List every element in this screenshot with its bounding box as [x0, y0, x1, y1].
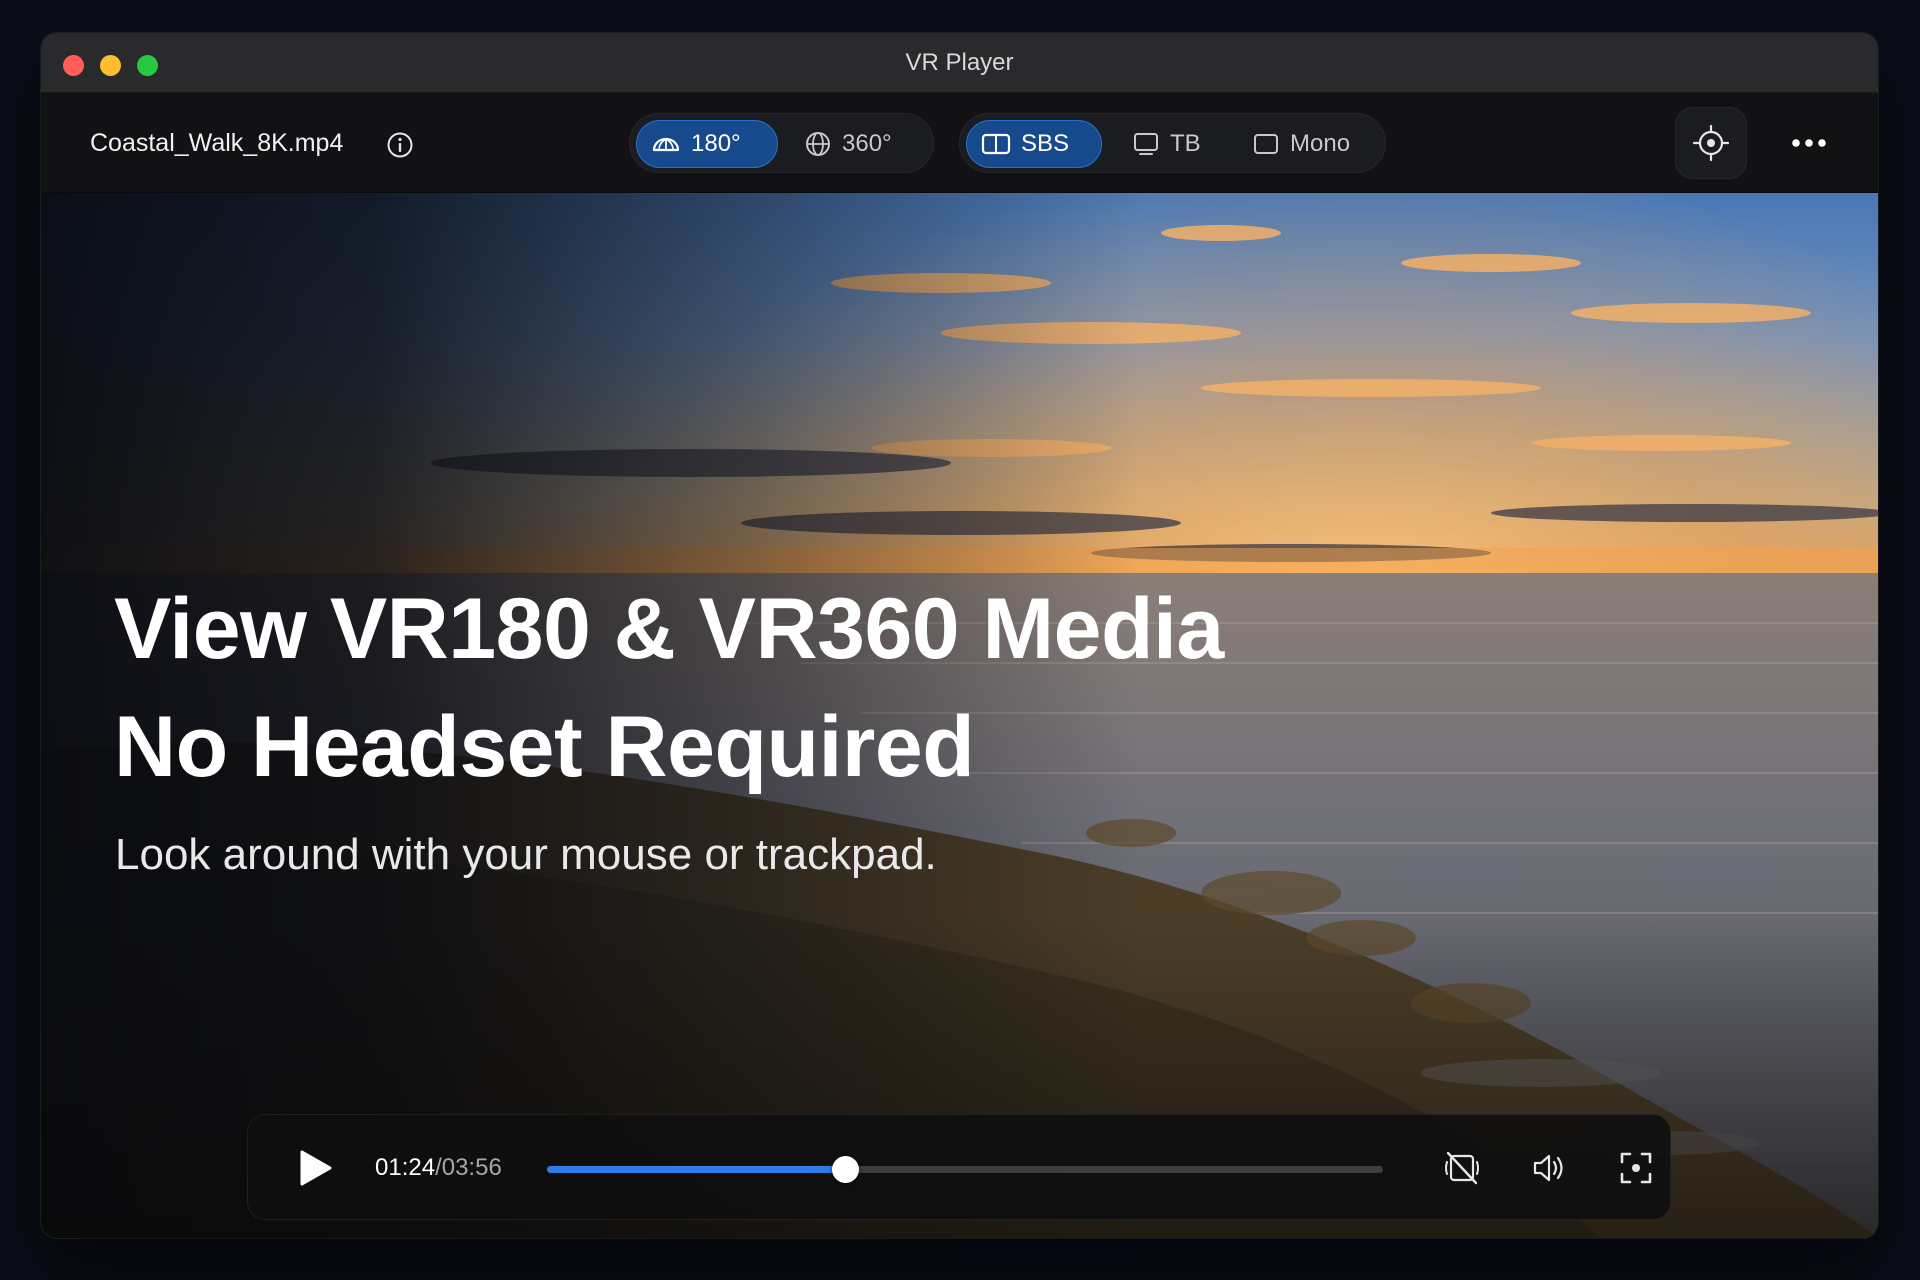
app-window: VR Player Coastal_Walk_8K.mp4 180° 360° … — [41, 33, 1878, 1238]
layout-tb-button[interactable]: TB — [1118, 120, 1226, 168]
stereo-layout-selector: SBS TB Mono — [959, 113, 1386, 173]
file-name: Coastal_Walk_8K.mp4 — [90, 129, 344, 157]
hero-subtitle: Look around with your mouse or trackpad. — [115, 830, 937, 879]
time-separator: / — [435, 1154, 442, 1181]
projection-360-label: 360° — [842, 130, 892, 157]
ellipsis-icon — [1792, 139, 1826, 147]
globe-icon — [806, 132, 830, 156]
mono-icon — [1254, 134, 1278, 154]
projection-360-button[interactable]: 360° — [790, 120, 928, 168]
crosshair-icon — [1692, 124, 1730, 162]
total-duration: 03:56 — [441, 1154, 502, 1181]
vr-video-viewport[interactable]: View VR180 & VR360 Media No Headset Requ… — [41, 193, 1878, 1238]
current-time: 01:24 — [375, 1154, 436, 1181]
more-options-button[interactable] — [1779, 119, 1839, 167]
projection-180-label: 180° — [691, 130, 741, 157]
play-button[interactable] — [294, 1148, 334, 1188]
motion-control-off-icon[interactable] — [1444, 1150, 1480, 1186]
recenter-view-button[interactable] — [1675, 107, 1747, 179]
projection-180-button[interactable]: 180° — [636, 120, 778, 168]
projection-selector: 180° 360° — [629, 113, 934, 173]
window-title: VR Player — [905, 49, 1014, 76]
side-by-side-icon — [981, 133, 1011, 155]
layout-mono-button[interactable]: Mono — [1238, 120, 1378, 168]
layout-sbs-label: SBS — [1021, 130, 1070, 157]
seek-bar[interactable] — [547, 1156, 1383, 1183]
hero-headline-line-1: View VR180 & VR360 Media — [114, 581, 1224, 677]
toolbar: Coastal_Walk_8K.mp4 180° 360° SBS TB Mon… — [41, 93, 1878, 193]
seek-bar-thumb[interactable] — [831, 1156, 859, 1183]
layout-sbs-button[interactable]: SBS — [966, 120, 1102, 168]
layout-tb-label: TB — [1170, 130, 1201, 157]
time-display: 01:24/03:56 — [375, 1115, 502, 1221]
layout-mono-label: Mono — [1290, 130, 1351, 157]
title-bar: VR Player — [41, 33, 1878, 93]
hemisphere-icon — [652, 137, 680, 152]
hero-headline-line-2: No Headset Required — [114, 699, 975, 795]
top-bottom-icon — [1134, 133, 1158, 155]
playback-controls: 01:24/03:56 — [247, 1114, 1671, 1220]
info-icon[interactable] — [386, 131, 414, 159]
volume-icon[interactable] — [1530, 1150, 1566, 1186]
seek-bar-progress — [547, 1166, 845, 1173]
fullscreen-icon[interactable] — [1618, 1150, 1654, 1186]
